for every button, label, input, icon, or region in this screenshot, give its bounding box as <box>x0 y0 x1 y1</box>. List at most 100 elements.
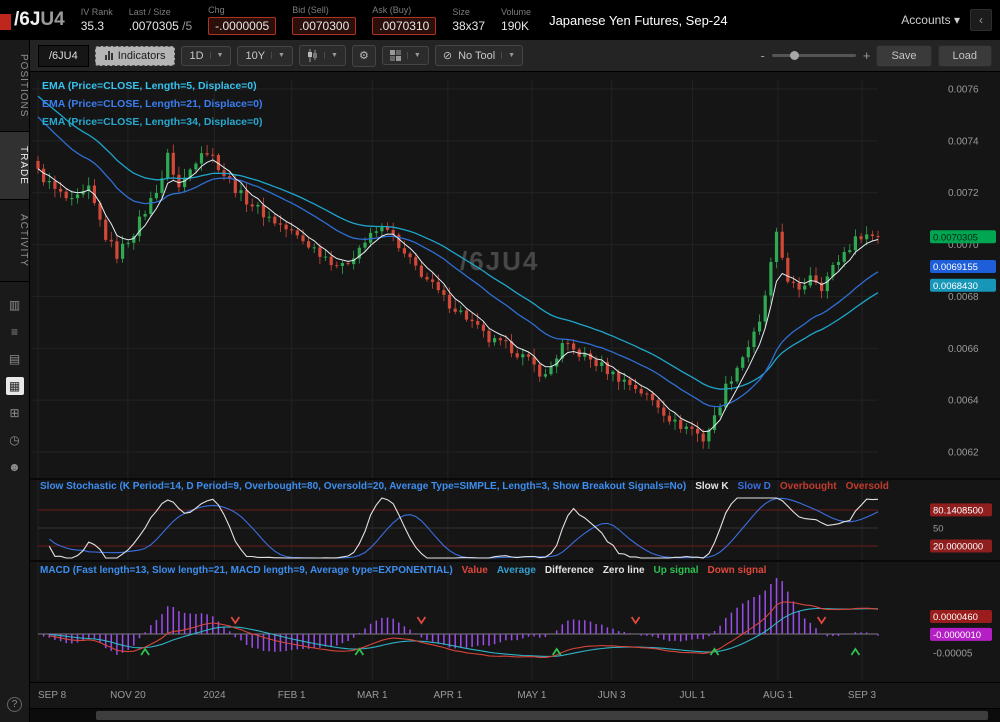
zoom-slider[interactable] <box>772 54 856 57</box>
symbol-root: /6J <box>14 9 40 30</box>
svg-text:JUN 3: JUN 3 <box>598 690 626 701</box>
last-size: /5 <box>182 19 192 33</box>
svg-text:0.0064: 0.0064 <box>948 396 979 407</box>
symbol: /6JU4 <box>14 9 65 31</box>
tab-activity[interactable]: ACTIVITY <box>0 200 29 282</box>
svg-text:0.0068430: 0.0068430 <box>933 281 978 292</box>
svg-text:0.0066: 0.0066 <box>948 344 979 355</box>
zoom-in-button[interactable]: + <box>863 48 871 63</box>
zoom-out-button[interactable]: - <box>761 48 765 63</box>
last-size-field: Last / Size .0070305 /5 <box>129 7 192 33</box>
ask-field: Ask (Buy) .0070310 <box>372 5 436 35</box>
svg-text:0.0076: 0.0076 <box>948 85 979 96</box>
svg-text:0.0070305: 0.0070305 <box>933 232 978 243</box>
help-icon[interactable]: ? <box>7 697 22 712</box>
quote-header: /6JU4 IV Rank 35.3 Last / Size .0070305 … <box>0 0 1000 40</box>
bid-button[interactable]: .0070300 <box>292 17 356 35</box>
chart-toolbar: /6JU4 Indicators 1D▼ 10Y▼ ▼ ⚙ <box>30 40 1000 72</box>
volume-value: 190K <box>501 19 531 33</box>
history-icon[interactable]: ◷ <box>6 431 24 449</box>
collapse-panel-button[interactable]: ‹ <box>970 9 992 31</box>
scrollbar-thumb[interactable] <box>96 711 988 720</box>
svg-text:JUL 1: JUL 1 <box>680 690 706 701</box>
chg-value: -.0000005 <box>208 17 276 35</box>
svg-text:FEB 1: FEB 1 <box>278 690 306 701</box>
timeframe-select[interactable]: 1D▼ <box>181 46 231 66</box>
svg-text:NOV 20: NOV 20 <box>110 690 146 701</box>
svg-text:MAY 1: MAY 1 <box>517 690 547 701</box>
last-price: .0070305 <box>129 19 179 33</box>
bid-field: Bid (Sell) .0070300 <box>292 5 356 35</box>
indicators-button[interactable]: Indicators <box>95 46 176 66</box>
svg-text:20.0000000: 20.0000000 <box>933 542 983 553</box>
tab-trade[interactable]: TRADE <box>0 132 29 200</box>
svg-text:APR 1: APR 1 <box>433 690 462 701</box>
status-flag <box>0 14 11 30</box>
svg-text:80.1408500: 80.1408500 <box>933 506 983 517</box>
svg-text:0.0072: 0.0072 <box>948 188 979 199</box>
save-button[interactable]: Save <box>876 45 931 67</box>
price-chart[interactable]: /6JU4 SEP 8 NOV 20 2024 FEB 1 MAR 1 APR 1 MAY 1… <box>30 72 1000 708</box>
chevron-down-icon: ▼ <box>210 52 224 59</box>
social-icon[interactable]: ☻ <box>6 458 24 476</box>
iv-rank-label: IV Rank <box>81 7 113 17</box>
layout-select[interactable]: ▼ <box>382 46 429 65</box>
svg-text:50: 50 <box>933 524 944 535</box>
svg-text:SEP 3: SEP 3 <box>848 690 877 701</box>
load-button[interactable]: Load <box>938 45 992 67</box>
chevron-down-icon: ▼ <box>501 52 515 59</box>
svg-text:0.0068: 0.0068 <box>948 292 979 303</box>
symbol-contract: U4 <box>40 9 64 30</box>
indicator-bars-icon <box>105 51 113 60</box>
journal-icon[interactable]: ▤ <box>6 350 24 368</box>
tab-positions[interactable]: POSITIONS <box>0 40 29 132</box>
left-sidebar: POSITIONS TRADE ACTIVITY ▥ ≡ ▤ ▦ ⊞ ◷ ☻? <box>0 40 30 722</box>
svg-text:MAR 1: MAR 1 <box>357 690 388 701</box>
candlestick-icon <box>307 49 318 62</box>
volume-field: Volume 190K <box>501 7 531 33</box>
svg-text:0.0000460: 0.0000460 <box>933 612 978 623</box>
chg-field: Chg -.0000005 <box>208 5 276 35</box>
no-tool-icon: ⊘ <box>443 49 452 62</box>
bid-label: Bid (Sell) <box>292 5 356 15</box>
chart-area: /6JU4 SEP 8 NOV 20 2024 FEB 1 MAR 1 APR 1 MAY 1… <box>30 72 1000 708</box>
svg-text:-0.0000010: -0.0000010 <box>933 630 981 641</box>
svg-text:/6JU4: /6JU4 <box>460 246 539 276</box>
svg-text:SEP 8: SEP 8 <box>38 690 67 701</box>
gear-icon: ⚙ <box>359 49 369 62</box>
chevron-down-icon: ▼ <box>271 52 285 59</box>
chart-scrollbar[interactable] <box>30 708 1000 722</box>
zoom-slider-thumb[interactable] <box>790 51 799 60</box>
trading-app: /6JU4 IV Rank 35.3 Last / Size .0070305 … <box>0 0 1000 722</box>
svg-text:AUG 1: AUG 1 <box>763 690 793 701</box>
chart-settings-button[interactable]: ⚙ <box>352 45 376 67</box>
chevron-down-icon: ▼ <box>407 52 421 59</box>
chart-symbol-tab[interactable]: /6JU4 <box>38 45 89 67</box>
svg-text:0.0074: 0.0074 <box>948 136 979 147</box>
svg-text:-0.00005: -0.00005 <box>933 649 973 660</box>
chg-label: Chg <box>208 5 276 15</box>
size-label: Size <box>452 7 485 17</box>
accounts-menu[interactable]: Accounts ▾ <box>901 13 960 27</box>
sidebar-icons: ▥ ≡ ▤ ▦ ⊞ ◷ ☻? <box>0 282 29 722</box>
volume-label: Volume <box>501 7 531 17</box>
chart-type-select[interactable]: ▼ <box>299 45 346 66</box>
svg-text:2024: 2024 <box>203 690 226 701</box>
ask-label: Ask (Buy) <box>372 5 436 15</box>
chevron-down-icon: ▼ <box>324 52 338 59</box>
chevron-down-icon: ▾ <box>954 13 960 27</box>
range-select[interactable]: 10Y▼ <box>237 46 293 66</box>
drawing-tool-select[interactable]: ⊘ No Tool ▼ <box>435 45 523 66</box>
chart-icon[interactable]: ▦ <box>6 377 24 395</box>
svg-text:0.0062: 0.0062 <box>948 448 979 459</box>
iv-rank-field: IV Rank 35.3 <box>81 7 113 33</box>
last-size-label: Last / Size <box>129 7 192 17</box>
iv-rank-value: 35.3 <box>81 19 113 33</box>
apps-grid-icon[interactable]: ⊞ <box>6 404 24 422</box>
size-value: 38x37 <box>452 19 485 33</box>
watchlist-icon[interactable]: ≡ <box>6 323 24 341</box>
ask-button[interactable]: .0070310 <box>372 17 436 35</box>
size-field: Size 38x37 <box>452 7 485 33</box>
markets-icon[interactable]: ▥ <box>6 296 24 314</box>
svg-text:0.0069155: 0.0069155 <box>933 262 978 273</box>
